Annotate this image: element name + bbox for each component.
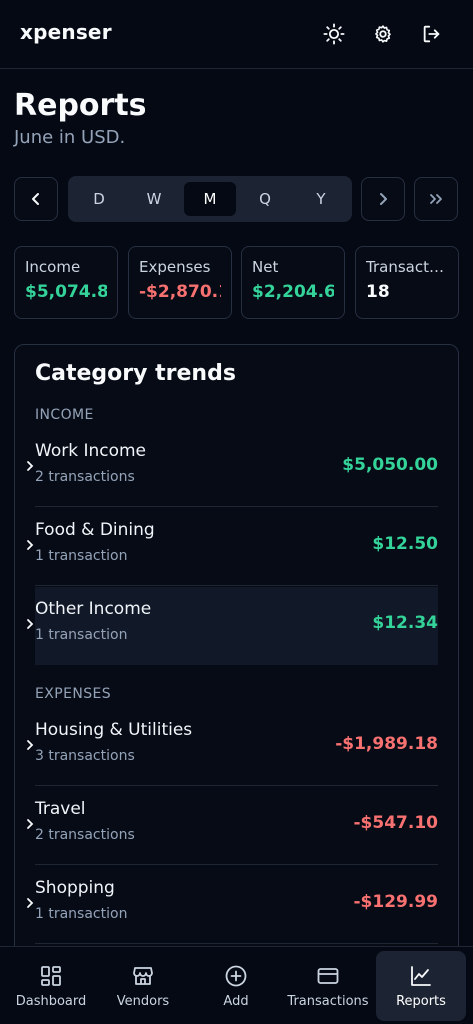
category-name: Food & Dining [35,520,155,540]
double-chevron-right-icon [430,194,442,204]
stat-value: -$2,870.1 [139,282,221,302]
category-amount: -$1,989.18 [335,734,438,754]
logout-icon[interactable] [419,21,445,47]
category-amount: $12.34 [372,613,438,633]
stat-expenses-card: Expenses -$2,870.1 [128,246,232,319]
period-day-tab[interactable]: D [73,182,125,216]
transaction-count: 1 transaction [35,627,128,643]
period-month-tab[interactable]: M [184,182,236,216]
latest-period-button[interactable] [414,177,458,221]
stat-transactions-card: Transactions 18 [355,246,459,319]
store-icon [133,966,153,985]
expenses-section-label: EXPENSES [35,686,112,702]
stat-label: Net [252,258,279,276]
category-name: Shopping [35,878,115,898]
category-name: Work Income [35,441,147,461]
category-trends-card: Category trends INCOME Work Income 2 tra… [14,344,459,984]
period-quarter-tab[interactable]: Q [239,182,291,216]
period-week-tab[interactable]: W [128,182,180,216]
nav-vendors[interactable]: Vendors [98,951,188,1021]
stat-income-card: Income $5,074.8 [14,246,118,319]
next-period-button[interactable] [361,177,405,221]
nav-label: Transactions [287,993,369,1009]
nav-label: Add [223,993,249,1009]
chevron-right-icon [27,540,34,550]
nav-reports[interactable]: Reports [376,951,466,1021]
gear-icon[interactable] [370,21,396,47]
category-row-food-dining[interactable]: Food & Dining 1 transaction $12.50 [27,508,438,586]
page-title: Reports [14,88,147,123]
nav-label: Vendors [116,993,170,1009]
transaction-count: 3 transactions [35,748,135,764]
category-row-work-income[interactable]: Work Income 2 transactions $5,050.00 [27,429,438,507]
previous-period-button[interactable] [14,177,58,221]
page-subtitle: June in USD. [14,127,126,148]
sun-icon[interactable] [321,21,347,47]
transaction-count: 1 transaction [35,906,128,922]
category-name: Other Income [35,599,152,619]
category-name: Travel [35,799,86,819]
stat-value: 18 [366,282,390,302]
chevron-left-icon [32,193,39,205]
chevron-right-icon [27,740,34,750]
category-name: Housing & Utilities [35,720,193,740]
income-section-label: INCOME [35,407,94,423]
stat-net-card: Net $2,204.6 [241,246,345,319]
transaction-count: 1 transaction [35,548,128,564]
category-row-shopping[interactable]: Shopping 1 transaction -$129.99 [27,866,439,944]
chevron-right-icon [27,619,34,629]
category-row-housing-utilities[interactable]: Housing & Utilities 3 transactions -$1,9… [27,708,438,786]
nav-label: Reports [396,993,446,1009]
card-title: Category trends [35,361,236,386]
period-selector: D W M Q Y [68,176,352,222]
nav-dashboard[interactable]: Dashboard [6,951,96,1021]
category-row-travel[interactable]: Travel 2 transactions -$547.10 [27,787,439,865]
chart-icon [411,965,431,986]
chevron-right-icon [27,819,34,829]
nav-label: Dashboard [15,993,87,1009]
stat-label: Expenses [139,258,211,276]
stat-value: $5,074.8 [25,282,107,302]
brand-logo[interactable]: xpenser [20,20,112,44]
transaction-count: 2 transactions [35,469,135,485]
category-amount: -$547.10 [353,813,439,833]
stat-label: Transactions [366,258,448,276]
category-amount: $5,050.00 [342,455,438,475]
transaction-count: 2 transactions [35,827,135,843]
nav-transactions[interactable]: Transactions [283,951,373,1021]
chevron-right-icon [380,193,387,205]
nav-add[interactable]: Add [191,951,281,1021]
app-header: xpenser [0,0,473,69]
category-amount: -$129.99 [353,892,439,912]
stat-label: Income [25,258,81,276]
category-row-other-income[interactable]: Other Income 1 transaction $12.34 [27,587,438,665]
period-year-tab[interactable]: Y [295,182,347,216]
category-amount: $12.50 [372,534,438,554]
chevron-right-icon [27,898,34,908]
bottom-nav: Dashboard Vendors Add Transactions Repor… [0,946,473,1024]
stat-value: $2,204.6 [252,282,334,302]
chevron-right-icon [27,461,34,471]
plus-circle-icon [225,965,247,986]
credit-card-icon [317,967,339,984]
grid-icon [41,965,61,986]
